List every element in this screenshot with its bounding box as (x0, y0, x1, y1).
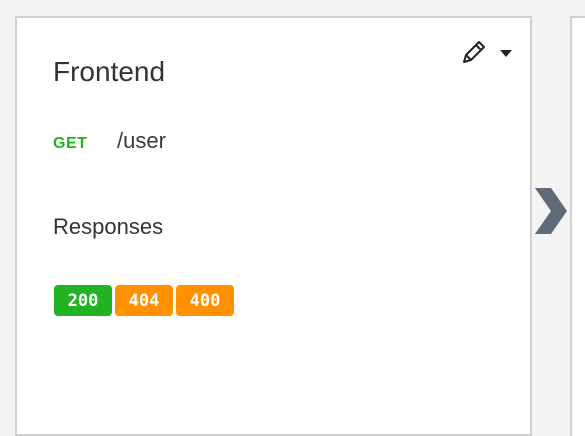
response-badge-404: 404 (115, 285, 173, 316)
route: GET /user (53, 128, 166, 154)
card-title: Frontend (53, 56, 166, 87)
response-badge-400: 400 (176, 285, 234, 316)
endpoint-card: Frontend GET /user Responses 200 404 400 (15, 16, 532, 436)
response-badge-200: 200 (54, 285, 112, 316)
responses-heading: Responses (53, 214, 164, 239)
caret-down-icon[interactable] (500, 49, 512, 57)
pencil-icon[interactable] (460, 38, 488, 66)
http-method: GET (53, 135, 88, 152)
next-card-edge (570, 16, 585, 436)
response-badges: 200 404 400 (54, 285, 234, 316)
route-path: /user (117, 128, 166, 153)
chevron-right-icon[interactable] (533, 188, 569, 234)
edit-menu[interactable] (460, 38, 512, 66)
